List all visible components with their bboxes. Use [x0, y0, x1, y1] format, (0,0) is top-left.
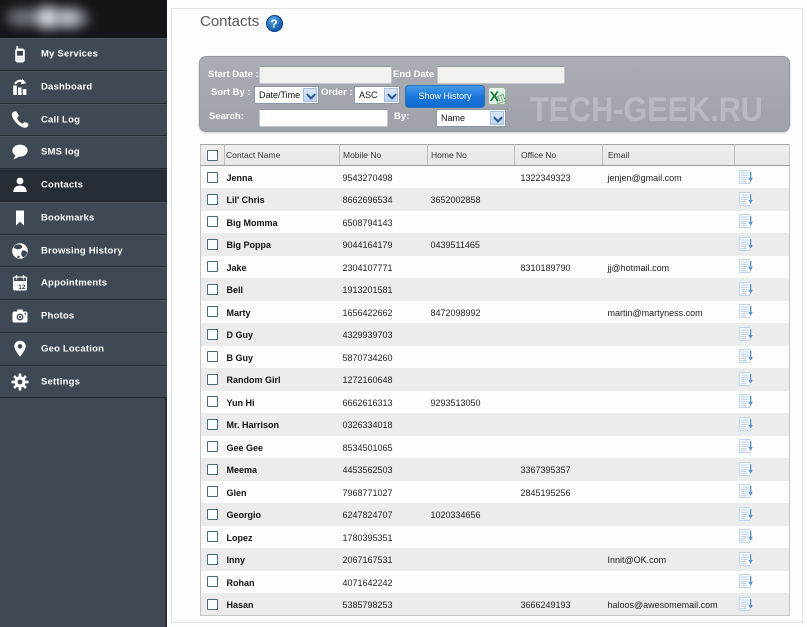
svg-text:X: X [490, 88, 500, 104]
svg-text:12: 12 [18, 284, 26, 291]
